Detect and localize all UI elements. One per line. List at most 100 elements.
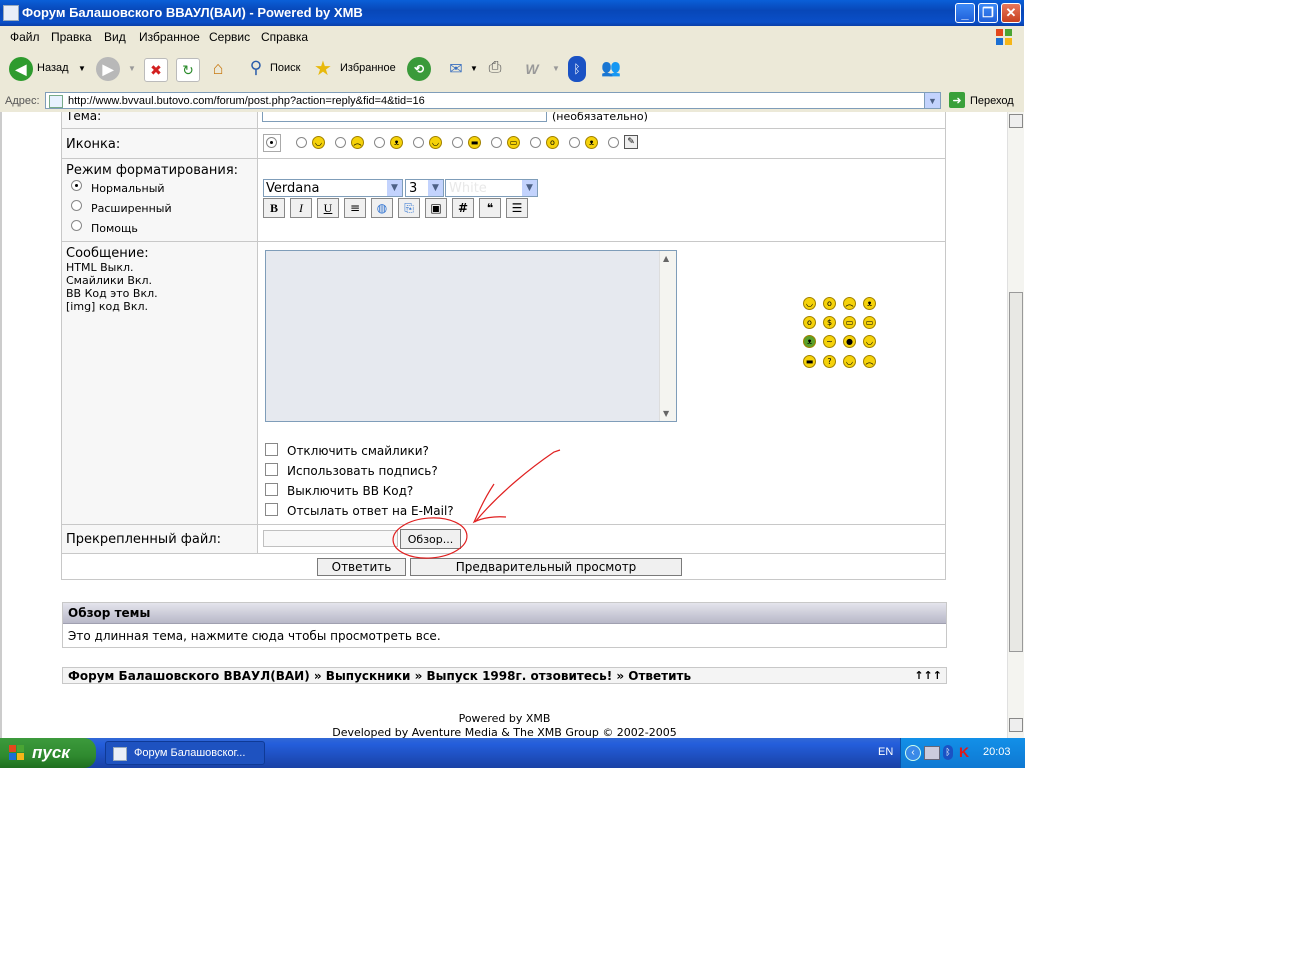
icon-radio-8[interactable] (569, 137, 580, 148)
menu-edit[interactable]: Правка (51, 30, 92, 44)
italic-button[interactable]: I (290, 198, 312, 218)
favorites-star-icon[interactable]: ★ (312, 57, 334, 80)
refresh-icon[interactable]: ↻ (176, 58, 200, 82)
network-icon[interactable] (924, 746, 940, 760)
disable-smilies-checkbox[interactable] (265, 443, 278, 456)
scroll-top-arrows-icon[interactable]: ↑↑↑ (914, 669, 942, 682)
restore-button[interactable]: ❐ (978, 3, 998, 23)
format-radio-help[interactable] (71, 220, 82, 231)
menu-favorites[interactable]: Избранное (139, 30, 200, 44)
textarea-scrollbar[interactable]: ▲ ▼ (659, 251, 676, 421)
menu-file[interactable]: Файл (10, 30, 40, 44)
scroll-up-icon[interactable]: ▲ (663, 254, 669, 263)
home-icon[interactable]: ⌂ (207, 57, 229, 79)
tray-expand-icon[interactable]: ‹ (905, 745, 921, 761)
topic-review-link[interactable]: Это длинная тема, нажмите сюда чтобы про… (68, 629, 441, 643)
edit-dropdown-icon[interactable]: ▼ (552, 64, 560, 73)
search-label[interactable]: Поиск (270, 62, 300, 74)
menu-tools[interactable]: Сервис (209, 30, 250, 44)
forward-arrow-icon[interactable]: ▶ (96, 57, 120, 81)
smilie-money-icon[interactable]: $ (823, 316, 836, 329)
smilie-smile-icon[interactable]: ◡ (803, 297, 816, 310)
icon-radio-7[interactable] (530, 137, 541, 148)
icon-radio-1[interactable] (296, 137, 307, 148)
icon-radio-6[interactable] (491, 137, 502, 148)
breadcrumb-text[interactable]: Форум Балашовского ВВАУЛ(ВАИ) » Выпускни… (68, 669, 691, 683)
smilie-shocked-icon[interactable]: o (803, 316, 816, 329)
smilie-tongue-icon[interactable]: ᴥ (863, 297, 876, 310)
messenger-icon[interactable]: 👥 (600, 57, 622, 79)
disable-bbcode-checkbox[interactable] (265, 483, 278, 496)
center-align-icon[interactable]: ≡ (344, 198, 366, 218)
menu-help[interactable]: Справка (261, 30, 308, 44)
format-radio-advanced[interactable] (71, 200, 82, 211)
mail-icon[interactable]: ✉ (445, 58, 467, 80)
icon-radio-none[interactable] (266, 137, 277, 148)
forward-dropdown-icon[interactable]: ▼ (128, 64, 136, 73)
email-reply-checkbox[interactable] (265, 503, 278, 516)
smilie-question-icon[interactable]: ? (823, 355, 836, 368)
search-icon[interactable]: ⚲ (245, 57, 267, 79)
tray-bluetooth-icon[interactable]: ᛒ (943, 745, 953, 760)
antivirus-icon[interactable]: K (959, 745, 973, 760)
back-label[interactable]: Назад (37, 62, 69, 74)
address-input[interactable]: http://www.bvvaul.butovo.com/forum/post.… (45, 92, 941, 109)
icon-radio-2[interactable] (335, 137, 346, 148)
smilie-surprised-icon[interactable]: o (823, 297, 836, 310)
file-path-input[interactable] (263, 530, 398, 547)
use-signature-checkbox[interactable] (265, 463, 278, 476)
smilie-cool-icon[interactable]: ▬ (803, 355, 816, 368)
back-arrow-icon[interactable]: ◀ (9, 57, 33, 81)
page-scroll-down-icon[interactable] (1009, 718, 1023, 732)
address-dropdown-icon[interactable]: ▼ (924, 93, 940, 108)
smilie-happy-icon[interactable]: ◡ (843, 355, 856, 368)
edit-icon[interactable]: W (521, 58, 543, 80)
code-hash-icon[interactable]: # (452, 198, 474, 218)
list-icon[interactable]: ☰ (506, 198, 528, 218)
page-scroll-thumb[interactable] (1009, 292, 1023, 652)
smilie-teeth-icon[interactable]: ▭ (863, 316, 876, 329)
icon-radio-4[interactable] (413, 137, 424, 148)
print-icon[interactable]: ⎙ (484, 57, 506, 79)
go-arrow-icon[interactable]: ➜ (949, 92, 965, 108)
bold-button[interactable]: B (263, 198, 285, 218)
subject-input[interactable] (262, 112, 547, 122)
smilie-frog-icon[interactable]: ᴥ (803, 335, 816, 348)
smilie-grin-icon[interactable]: ▭ (843, 316, 856, 329)
size-select[interactable]: 3 ▼ (405, 179, 444, 197)
start-button[interactable]: пуск (0, 738, 96, 768)
smilie-sad-icon[interactable]: ︵ (843, 297, 856, 310)
email-icon[interactable]: ⎘ (398, 198, 420, 218)
format-radio-normal[interactable] (71, 180, 82, 191)
menu-view[interactable]: Вид (104, 30, 126, 44)
smilie-confused-icon[interactable]: ~ (823, 335, 836, 348)
icon-radio-3[interactable] (374, 137, 385, 148)
scroll-down-icon[interactable]: ▼ (663, 409, 669, 418)
quote-icon[interactable]: ❝ (479, 198, 501, 218)
back-dropdown-icon[interactable]: ▼ (78, 64, 86, 73)
address-url[interactable]: http://www.bvvaul.butovo.com/forum/post.… (68, 95, 425, 107)
page-scrollbar[interactable] (1007, 112, 1024, 738)
page-scroll-up-icon[interactable] (1009, 114, 1023, 128)
image-icon[interactable]: ▣ (425, 198, 447, 218)
close-button[interactable]: ✕ (1001, 3, 1021, 23)
smilie-laugh-icon[interactable]: ◡ (863, 335, 876, 348)
link-globe-icon[interactable]: ◍ (371, 198, 393, 218)
font-select[interactable]: Verdana ▼ (263, 179, 403, 197)
bluetooth-icon[interactable]: ᛒ (568, 56, 586, 82)
minimize-button[interactable]: _ (955, 3, 975, 23)
mail-dropdown-icon[interactable]: ▼ (470, 64, 478, 73)
icon-radio-9[interactable] (608, 137, 619, 148)
message-textarea[interactable]: ▲ ▼ (265, 250, 677, 422)
favorites-label[interactable]: Избранное (340, 62, 396, 74)
language-indicator[interactable]: EN (878, 746, 893, 758)
go-label[interactable]: Переход (970, 95, 1014, 107)
stop-icon[interactable]: ✖ (144, 58, 168, 82)
smilie-unhappy-icon[interactable]: ︵ (863, 355, 876, 368)
taskbar-window-button[interactable]: Форум Балашовског... (105, 741, 265, 765)
history-icon[interactable]: ⟲ (407, 57, 431, 81)
color-select[interactable]: White ▼ (445, 179, 538, 197)
underline-button[interactable]: U (317, 198, 339, 218)
icon-radio-5[interactable] (452, 137, 463, 148)
smilie-eyes-icon[interactable]: ● (843, 335, 856, 348)
